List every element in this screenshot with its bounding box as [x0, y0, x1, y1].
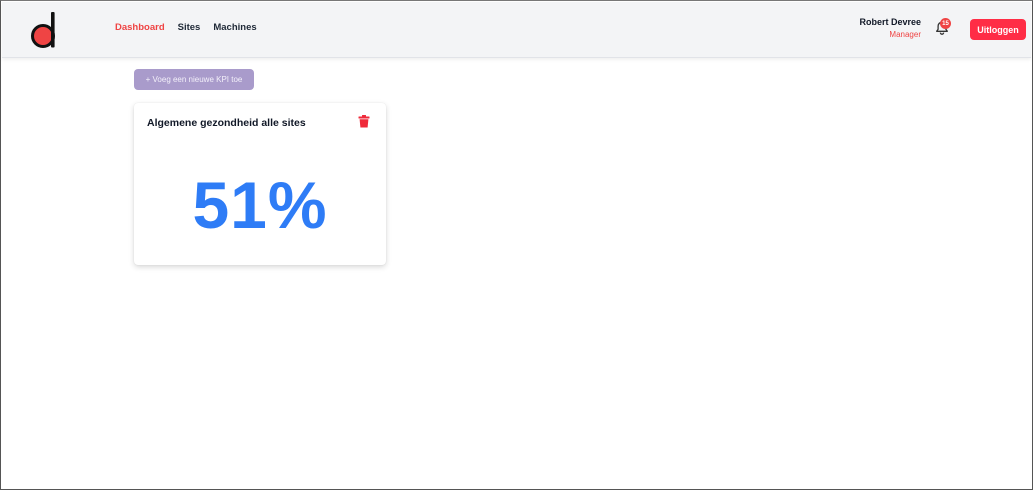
nav-link-machines[interactable]: Machines [213, 22, 256, 33]
top-navbar: Dashboard Sites Machines Robert Devree M… [2, 2, 1031, 58]
add-kpi-button[interactable]: + Voeg een nieuwe KPI toe [134, 69, 254, 90]
user-name: Robert Devree [859, 17, 921, 27]
main-nav: Dashboard Sites Machines [115, 22, 257, 33]
kpi-card: Algemene gezondheid alle sites 51% [134, 103, 386, 265]
nav-link-dashboard[interactable]: Dashboard [115, 22, 165, 33]
user-info: Robert Devree Manager [859, 17, 921, 39]
kpi-value: 51% [192, 168, 328, 242]
user-role: Manager [889, 30, 921, 39]
kpi-title: Algemene gezondheid alle sites [147, 117, 306, 129]
app-window: Dashboard Sites Machines Robert Devree M… [0, 0, 1033, 490]
logout-button[interactable]: Uitloggen [970, 19, 1026, 40]
trash-icon[interactable] [358, 115, 370, 128]
nav-link-sites[interactable]: Sites [178, 22, 201, 33]
notification-badge: 15 [940, 18, 951, 29]
logo-icon[interactable] [30, 11, 60, 49]
